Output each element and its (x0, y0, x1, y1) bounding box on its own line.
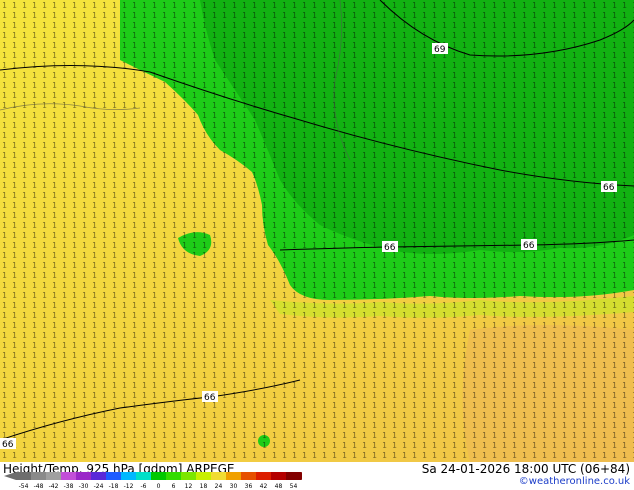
colorbar-tick-label: 6 (172, 483, 176, 490)
contour-label-66-south: 66 (202, 391, 218, 403)
colorbar-tick-label: -48 (34, 483, 44, 490)
svg-text:66: 66 (603, 183, 615, 193)
colorbar-swatch (91, 472, 106, 480)
colorbar-tick-label: 24 (215, 483, 223, 490)
colorbar-arrow-left (4, 472, 16, 480)
colorbar-swatch (226, 472, 241, 480)
colorbar-swatch (271, 472, 286, 480)
colorbar-swatch (76, 472, 91, 480)
colorbar-tick-label: -12 (124, 483, 134, 490)
colorbar-tick-label: -38 (64, 483, 74, 490)
colorbar-swatch (286, 472, 301, 480)
colorbar-tick-label: -30 (79, 483, 89, 490)
contour-label-66-east: 66 (601, 181, 617, 193)
svg-text:66: 66 (523, 241, 535, 251)
colorbar-tick-label: -24 (94, 483, 104, 490)
colorbar-swatch (181, 472, 196, 480)
colorbar-arrow-right (301, 472, 302, 480)
colorbar-swatch (241, 472, 256, 480)
colorbar-tick-label: 30 (230, 483, 238, 490)
colorbar-tick-label: -18 (109, 483, 119, 490)
colorbar-tick-label: -6 (141, 483, 147, 490)
colorbar-swatch (121, 472, 136, 480)
colorbar-swatch (196, 472, 211, 480)
contour-label-66-center: 66 (382, 241, 398, 253)
colorbar-tick-label: 0 (157, 483, 161, 490)
colorbar-tick-label: 36 (245, 483, 253, 490)
svg-text:69: 69 (434, 45, 446, 55)
svg-text:66: 66 (2, 440, 14, 450)
svg-text:66: 66 (384, 243, 396, 253)
colorbar-swatch (46, 472, 61, 480)
weather-map: 1 69 66 (0, 0, 634, 462)
colorbar-swatch (256, 472, 271, 480)
contour-label-66-corner: 66 (0, 438, 16, 450)
colorbar-swatch (31, 472, 46, 480)
colorbar-swatch (136, 472, 151, 480)
colorbar-swatch (151, 472, 166, 480)
colorbar-swatches (4, 472, 302, 480)
colorbar-tick-label: 48 (275, 483, 283, 490)
temperature-digits (0, 0, 634, 462)
colorbar-swatch (61, 472, 76, 480)
colorbar-swatch (211, 472, 226, 480)
colorbar-tick-label: 18 (200, 483, 208, 490)
forecast-datetime: Sa 24-01-2026 18:00 UTC (06+84) (421, 462, 630, 476)
colorbar-tick-label: 12 (185, 483, 193, 490)
map-footer: Height/Temp. 925 hPa [gdpm] ARPEGE Sa 24… (0, 462, 634, 490)
contour-label-69: 69 (432, 43, 448, 55)
colorbar-ticks: -54 -48 -42 -38 -30 -24 -18 -12 -6 0 6 12 18 24 30 36 42… (19, 483, 298, 490)
colorbar-swatch (166, 472, 181, 480)
colorbar-tick-label: -54 (19, 483, 29, 490)
weather-map-frame: 1 69 66 (0, 0, 634, 490)
temperature-colorbar: -54 -48 -42 -38 -30 -24 -18 -12 -6 0 6 12 18 24 30 36 42… (4, 472, 302, 490)
colorbar-tick-label: 42 (260, 483, 268, 490)
contour-label-66-right: 66 (521, 239, 537, 251)
colorbar-swatch (106, 472, 121, 480)
colorbar-tick-label: 54 (290, 483, 298, 490)
svg-text:66: 66 (204, 393, 216, 403)
colorbar-tick-label: -42 (49, 483, 59, 490)
colorbar-swatch (16, 472, 31, 480)
credit-link[interactable]: ©weatheronline.co.uk (519, 476, 630, 487)
